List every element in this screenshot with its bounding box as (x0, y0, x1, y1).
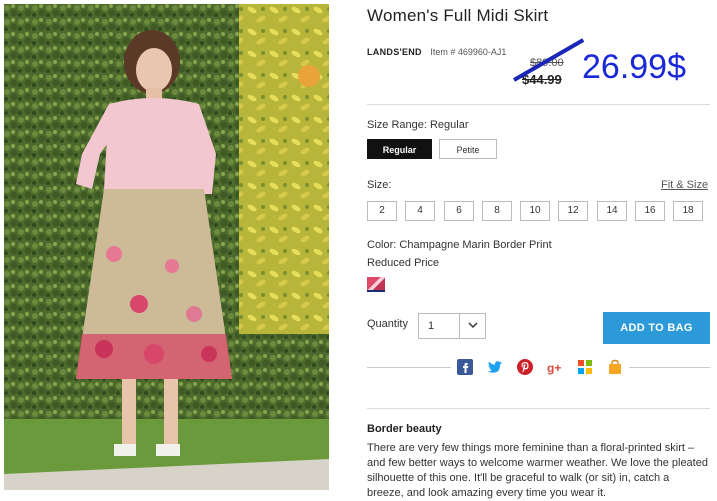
size-range-petite-button[interactable]: Petite (439, 139, 497, 159)
quantity-value: 1 (428, 320, 435, 332)
quantity-divider (459, 314, 460, 338)
svg-text:g+: g+ (547, 361, 561, 375)
new-price-annotation: 26.99$ (582, 48, 686, 86)
pinterest-icon[interactable] (517, 359, 533, 375)
size-option-8[interactable]: 8 (482, 201, 512, 221)
description-text: There are very few things more feminine … (367, 442, 708, 499)
color-swatch[interactable] (367, 277, 385, 292)
description-section: Border beauty There are very few things … (367, 408, 710, 499)
size-label: Size: (367, 179, 392, 191)
price-box: $89.00 $44.99 26.99$ (513, 38, 692, 98)
add-to-bag-button[interactable]: ADD TO BAG (603, 312, 710, 344)
brand-row: LANDS'END Item # 469960-AJ1 (367, 47, 506, 57)
quantity-label: Quantity (367, 318, 408, 330)
fit-size-link[interactable]: Fit & Size (661, 179, 708, 191)
share-row: g+ (367, 358, 710, 378)
color-label: Color: Champagne Marin Border Print (367, 239, 552, 251)
chevron-down-icon (468, 322, 478, 329)
size-option-2[interactable]: 2 (367, 201, 397, 221)
size-option-10[interactable]: 10 (520, 201, 550, 221)
size-option-18[interactable]: 18 (673, 201, 703, 221)
product-title: Women's Full Midi Skirt (367, 6, 549, 25)
item-number: Item # 469960-AJ1 (430, 47, 507, 57)
twitter-icon[interactable] (487, 359, 503, 375)
share-divider-right (629, 367, 710, 368)
product-details: Women's Full Midi Skirt LANDS'END Item #… (367, 0, 712, 499)
product-photo (4, 4, 329, 490)
size-option-6[interactable]: 6 (444, 201, 474, 221)
windows-live-icon[interactable] (577, 359, 593, 375)
description-title: Border beauty (367, 423, 442, 435)
share-divider-left (367, 367, 451, 368)
size-option-14[interactable]: 14 (597, 201, 627, 221)
size-option-4[interactable]: 4 (405, 201, 435, 221)
reduced-price-note: Reduced Price (367, 257, 440, 269)
size-option-16[interactable]: 16 (635, 201, 665, 221)
size-range-label: Size Range: Regular (367, 119, 469, 131)
quantity-select[interactable]: 1 (418, 313, 486, 339)
google-plus-icon[interactable]: g+ (547, 359, 563, 375)
size-option-12[interactable]: 12 (558, 201, 588, 221)
divider (367, 104, 710, 105)
facebook-icon[interactable] (457, 359, 473, 375)
size-range-regular-button[interactable]: Regular (367, 139, 432, 159)
brand-logo: LANDS'END (367, 47, 422, 57)
bag-share-icon[interactable] (607, 359, 623, 375)
